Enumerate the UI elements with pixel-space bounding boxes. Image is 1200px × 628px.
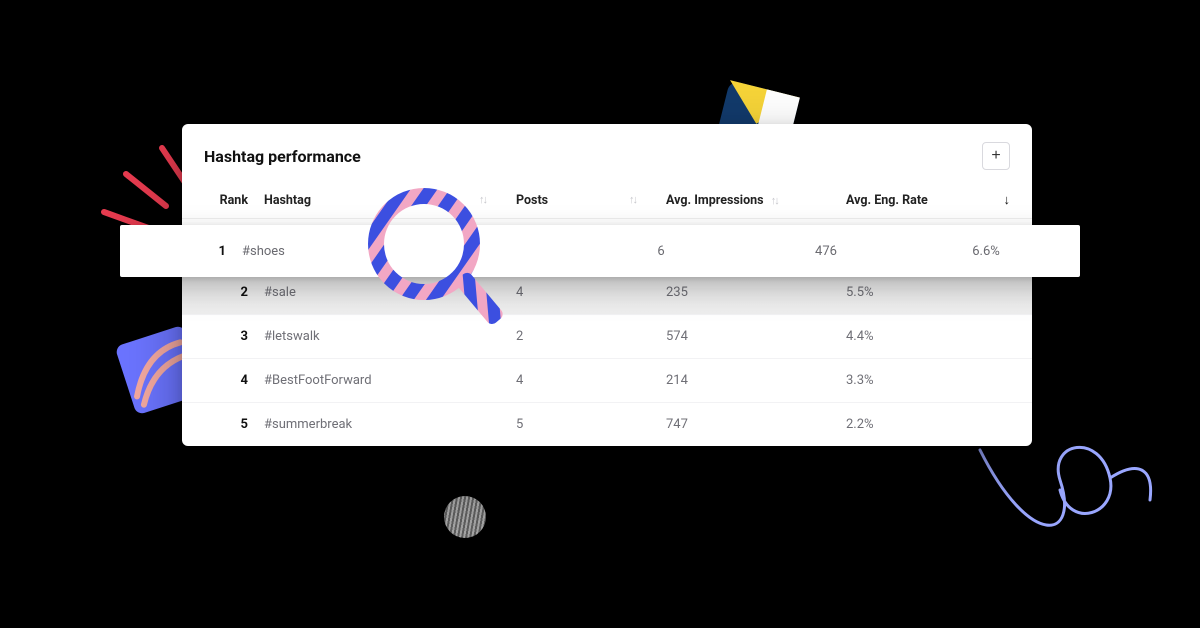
cell-impressions: 214	[666, 373, 846, 388]
cell-hashtag: #sale	[264, 285, 516, 300]
add-button[interactable]: +	[982, 142, 1010, 170]
cell-posts: 4	[516, 285, 666, 300]
cell-hashtag: #shoes	[242, 244, 586, 259]
col-header-impressions[interactable]: Avg. Impressions	[666, 193, 764, 208]
cell-engagement: 2.2%	[846, 417, 986, 432]
cell-rank: 5	[204, 417, 264, 432]
cell-hashtag: #letswalk	[264, 329, 516, 344]
cell-engagement: 5.5%	[846, 285, 986, 300]
cell-rank: 1	[182, 244, 242, 259]
table-header: Rank Hashtag ↑↓ Posts ↑↓ Avg. Impression…	[182, 184, 1032, 219]
cell-engagement: 4.4%	[846, 329, 986, 344]
cell-posts: 6	[586, 244, 736, 259]
cell-hashtag: #summerbreak	[264, 417, 516, 432]
cell-rank: 3	[204, 329, 264, 344]
table-row[interactable]: 3 #letswalk 2 574 4.4%	[182, 315, 1032, 359]
cell-impressions: 747	[666, 417, 846, 432]
sort-icon[interactable]: ↑↓	[479, 193, 486, 206]
cell-rank: 4	[204, 373, 264, 388]
cell-impressions: 476	[736, 244, 916, 259]
cell-posts: 5	[516, 417, 666, 432]
col-header-rank[interactable]: Rank	[204, 193, 264, 208]
cell-posts: 2	[516, 329, 666, 344]
cell-rank: 2	[204, 285, 264, 300]
col-header-engagement[interactable]: Avg. Eng. Rate	[846, 193, 986, 208]
table-row[interactable]: 2 #sale 4 235 5.5%	[182, 271, 1032, 315]
sort-icon[interactable]: ↑↓	[771, 194, 778, 207]
hashtag-performance-panel: Hashtag performance + Rank Hashtag ↑↓ Po…	[182, 124, 1032, 446]
table-row[interactable]: 4 #BestFootForward 4 214 3.3%	[182, 359, 1032, 403]
sort-down-icon[interactable]: ↓	[1004, 193, 1011, 208]
decoration-texture-dot	[444, 496, 486, 538]
panel-title: Hashtag performance	[204, 147, 361, 166]
plus-icon: +	[991, 147, 1000, 165]
cell-impressions: 574	[666, 329, 846, 344]
cell-hashtag: #BestFootForward	[264, 373, 516, 388]
col-header-posts[interactable]: Posts	[516, 193, 548, 208]
col-header-hashtag[interactable]: Hashtag	[264, 193, 311, 208]
cell-engagement: 6.6%	[916, 244, 1056, 259]
table-row-highlighted[interactable]: 1 #shoes 6 476 6.6%	[120, 225, 1080, 277]
sort-icon[interactable]: ↑↓	[629, 193, 636, 206]
table-row[interactable]: 5 #summerbreak 5 747 2.2%	[182, 403, 1032, 446]
cell-impressions: 235	[666, 285, 846, 300]
cell-engagement: 3.3%	[846, 373, 986, 388]
cell-posts: 4	[516, 373, 666, 388]
